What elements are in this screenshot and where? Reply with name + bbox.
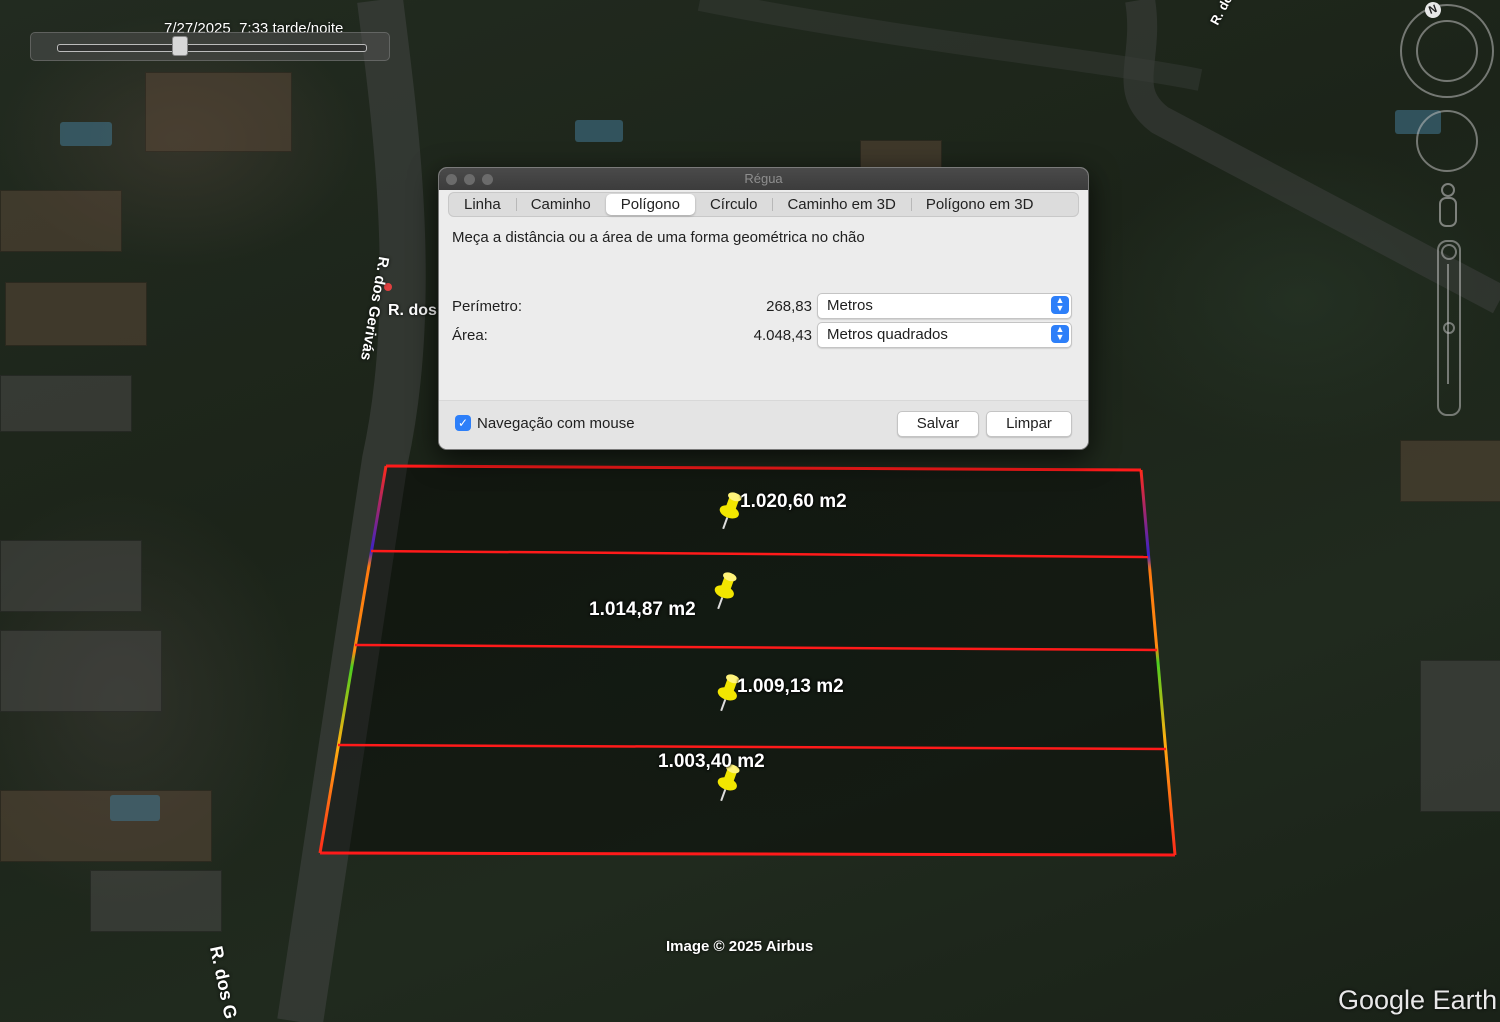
placemark-label[interactable]: 1.014,87 m2 [589,599,696,621]
area-unit-value: Metros quadrados [827,326,948,343]
polygon-bottom-edge [319,851,1176,857]
time-slider-thumb[interactable] [172,36,188,56]
imagery-attribution: Image © 2025 Airbus [666,938,814,955]
mouse-navigation-checkbox[interactable]: ✓ [455,415,471,431]
tab-poligono-3d[interactable]: Polígono em 3D [910,194,1049,215]
measure-mode-tabs: Linha Caminho Polígono Círculo Caminho e… [448,192,1079,217]
area-label: Área: [452,327,488,344]
road-label: R. dos [388,302,437,319]
dialog-description: Meça a distância ou a área de uma forma … [452,229,865,246]
tab-circulo[interactable]: Círculo [695,194,773,215]
tab-caminho-3d[interactable]: Caminho em 3D [772,194,910,215]
tab-caminho[interactable]: Caminho [515,194,606,215]
satellite-map[interactable]: R. dos Gerivás R. dos R. dos G R. do 1.0… [0,0,1500,1022]
perimeter-value: 268,83 [766,298,812,315]
mouse-navigation-label[interactable]: Navegação com mouse [477,415,635,432]
ruler-dialog: Régua Linha Caminho Polígono Círculo Cam… [438,167,1089,450]
area-value: 4.048,43 [753,327,812,344]
dialog-footer: ✓ Navegação com mouse Salvar Limpar [439,400,1088,449]
perimeter-unit-select[interactable]: Metros ▲ ▼ [817,293,1072,319]
tab-poligono[interactable]: Polígono [605,194,695,215]
time-slider-track[interactable] [57,44,367,52]
perimeter-unit-value: Metros [827,297,873,314]
save-button[interactable]: Salvar [897,411,979,437]
zoom-slider[interactable] [1437,240,1461,416]
zoom-slider-thumb[interactable] [1443,322,1455,334]
look-joystick[interactable] [1416,110,1478,172]
placemark-label[interactable]: 1.020,60 m2 [740,491,847,513]
pegman-icon[interactable] [1437,182,1459,228]
google-earth-logo: Google Earth [1338,985,1498,1015]
chevron-updown-icon: ▲ ▼ [1051,296,1069,314]
zoom-in-icon[interactable] [1441,244,1457,260]
dialog-titlebar[interactable]: Régua [439,168,1088,190]
placemark-label[interactable]: 1.003,40 m2 [658,751,765,773]
tab-linha[interactable]: Linha [449,194,516,215]
historical-imagery-slider[interactable] [30,32,390,61]
perimeter-label: Perímetro: [452,298,523,315]
area-unit-select[interactable]: Metros quadrados ▲ ▼ [817,322,1072,348]
road-top [697,0,1203,91]
measured-polygon-shade [320,466,1175,855]
chevron-updown-icon: ▲ ▼ [1051,325,1069,343]
placemark-label[interactable]: 1.009,13 m2 [737,676,844,698]
clear-button[interactable]: Limpar [986,411,1072,437]
compass-inner [1416,20,1478,82]
dialog-title: Régua [744,171,783,186]
